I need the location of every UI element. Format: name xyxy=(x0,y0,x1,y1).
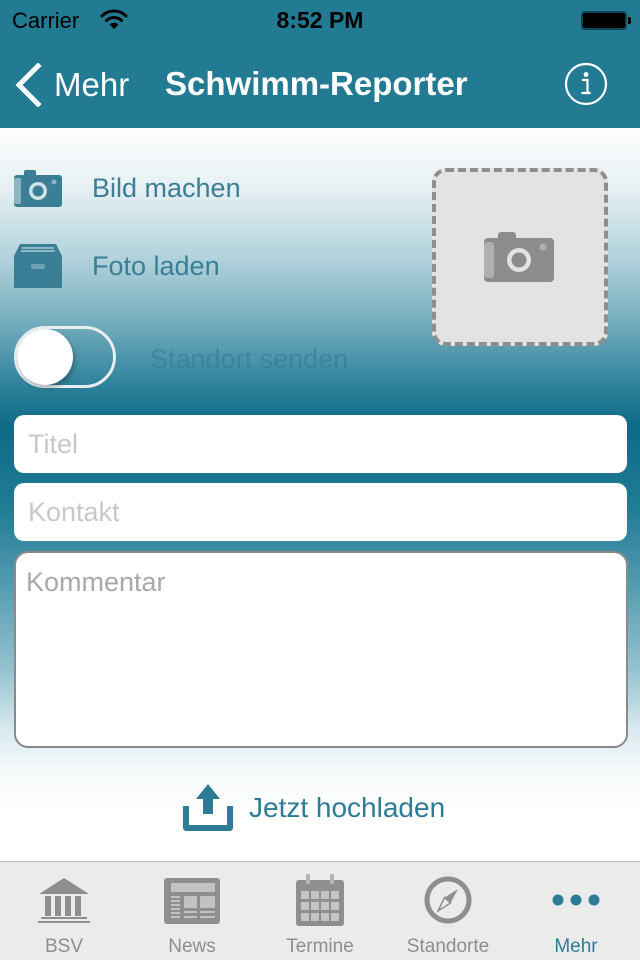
tab-label: Mehr xyxy=(554,936,598,957)
bank-building-icon xyxy=(38,878,90,923)
camera-icon xyxy=(14,170,62,207)
take-photo-label: Bild machen xyxy=(92,172,241,203)
status-bar: Carrier 8:52 PM xyxy=(0,0,640,40)
take-photo-button[interactable]: Bild machen xyxy=(14,164,241,212)
back-label: Mehr xyxy=(54,66,130,103)
tab-standorte[interactable]: Standorte xyxy=(384,862,512,960)
tab-label: BSV xyxy=(44,936,84,957)
comment-textarea[interactable] xyxy=(14,551,628,748)
tab-news[interactable]: News xyxy=(128,862,256,960)
archive-box-icon xyxy=(14,244,62,288)
more-dots-icon xyxy=(552,894,600,906)
tab-bar: BSV News Termine Standorte Mehr xyxy=(0,861,640,960)
upload-label: Jetzt hochladen xyxy=(249,792,446,823)
upload-icon xyxy=(183,784,233,831)
battery-full-icon xyxy=(581,11,627,30)
contact-input[interactable] xyxy=(14,483,627,541)
image-preview-placeholder[interactable] xyxy=(432,168,608,346)
calendar-icon xyxy=(296,874,344,926)
tab-termine[interactable]: Termine xyxy=(256,862,384,960)
location-toggle[interactable] xyxy=(14,326,116,388)
chevron-left-icon xyxy=(15,63,42,107)
toggle-knob xyxy=(17,329,73,385)
content-area: Bild machen Foto laden Standort senden T… xyxy=(0,128,640,862)
load-photo-label: Foto laden xyxy=(92,250,220,281)
tab-label: Standorte xyxy=(406,936,490,957)
back-button[interactable]: Mehr xyxy=(14,62,129,108)
compass-icon xyxy=(424,876,472,924)
info-circle-icon[interactable] xyxy=(564,62,608,106)
top-bar: Carrier 8:52 PM Mehr Schwimm-Reporter xyxy=(0,0,640,128)
camera-placeholder-icon xyxy=(484,232,554,282)
tab-mehr[interactable]: Mehr xyxy=(512,862,640,960)
location-toggle-label: Standort senden xyxy=(150,344,349,374)
load-photo-button[interactable]: Foto laden xyxy=(14,242,220,290)
navigation-bar: Mehr Schwimm-Reporter xyxy=(0,40,640,128)
tab-bsv[interactable]: BSV xyxy=(0,862,128,960)
battery-tip xyxy=(628,17,631,24)
title-input[interactable] xyxy=(14,415,627,473)
upload-button[interactable]: Jetzt hochladen xyxy=(183,784,445,832)
newspaper-icon xyxy=(164,878,220,924)
clock: 8:52 PM xyxy=(276,7,364,33)
tab-label: News xyxy=(168,936,216,957)
page-title: Schwimm-Reporter xyxy=(165,65,468,102)
tab-label: Termine xyxy=(286,936,354,957)
